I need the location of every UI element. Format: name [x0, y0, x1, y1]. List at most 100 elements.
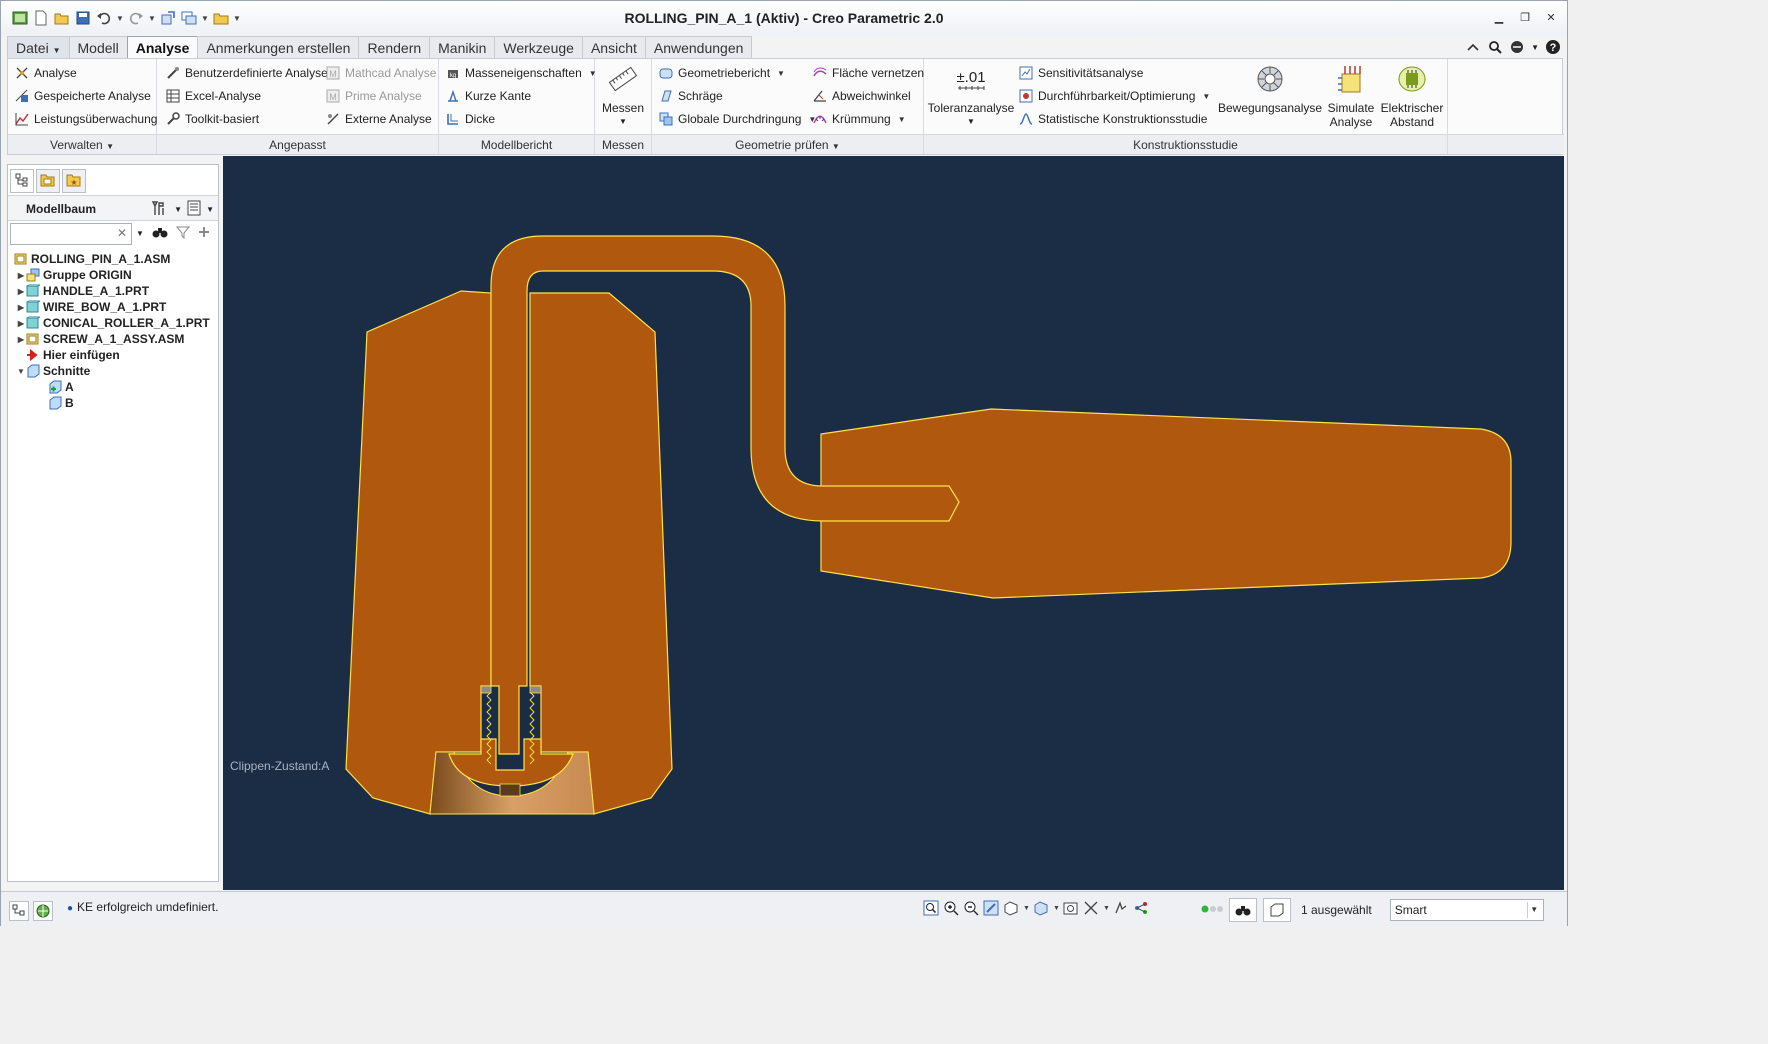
expand-arrow-icon[interactable]: ▶ — [16, 303, 26, 312]
tab-rendern[interactable]: Rendern — [358, 36, 431, 58]
help-icon[interactable]: ? — [1545, 39, 1561, 55]
tree-search-field[interactable]: ✕ — [10, 223, 132, 245]
external-analysis-button[interactable]: Externe Analyse — [325, 109, 432, 129]
group-label-geometrie-pruefen[interactable]: Geometrie prüfen ▼ — [652, 134, 923, 154]
mesh-surface-button[interactable]: Fläche vernetzen — [812, 63, 924, 83]
measure-button[interactable]: Messen ▼ — [599, 63, 647, 129]
spin-center-icon[interactable] — [1133, 900, 1149, 916]
close-icon[interactable]: ✕ — [1545, 11, 1557, 24]
roller-right-half[interactable] — [529, 292, 673, 815]
roller-left-half[interactable] — [345, 290, 492, 815]
short-edge-button[interactable]: Kurze Kante — [445, 86, 531, 106]
expand-arrow-icon[interactable]: ▶ — [16, 319, 26, 328]
chevron-down-icon[interactable]: ▼ — [619, 115, 627, 129]
tree-item-group-origin[interactable]: ▶ Gruppe ORIGIN — [8, 267, 218, 283]
show-navigator-icon[interactable] — [9, 901, 29, 921]
thickness-button[interactable]: Dicke — [445, 109, 495, 129]
global-interference-button[interactable]: Globale Durchdringung ▼ — [658, 109, 816, 129]
graphics-window[interactable]: Clippen-Zustand:A — [223, 156, 1564, 890]
custom-analysis-button[interactable]: Benutzerdefinierte Analyse — [165, 63, 328, 83]
draft-button[interactable]: Schräge — [658, 86, 723, 106]
minimize-ribbon-icon[interactable] — [1465, 39, 1481, 55]
sensitivity-analysis-button[interactable]: Sensitivitätsanalyse — [1018, 63, 1143, 83]
geometry-report-button[interactable]: Geometriebericht ▼ — [658, 63, 785, 83]
tree-item-conical-roller[interactable]: ▶ CONICAL_ROLLER_A_1.PRT — [8, 315, 218, 331]
tab-anwendungen[interactable]: Anwendungen — [644, 36, 753, 58]
maximize-icon[interactable]: ❐ — [1519, 11, 1531, 24]
model-tree-tab[interactable] — [10, 169, 34, 193]
folder-browser-tab[interactable] — [36, 169, 60, 193]
zoom-in-icon[interactable] — [943, 900, 959, 916]
prime-analysis-button[interactable]: M Prime Analyse — [325, 86, 422, 106]
tree-item-screw-assembly[interactable]: ▶ SCREW_A_1_ASSY.ASM — [8, 331, 218, 347]
tolerance-analysis-button[interactable]: ±.01 Toleranzanalyse ▼ — [928, 63, 1015, 129]
tree-item-section-a[interactable]: A — [8, 379, 218, 395]
motion-analysis-button[interactable]: Bewegungsanalyse — [1218, 63, 1322, 115]
tab-datei[interactable]: Datei ▼ — [7, 36, 70, 58]
excel-analysis-button[interactable]: Excel-Analyse — [165, 86, 261, 106]
tab-anmerkungen-erstellen[interactable]: Anmerkungen erstellen — [197, 36, 360, 58]
performance-monitor-button[interactable]: Leistungsüberwachung — [14, 109, 157, 129]
display-style-icon[interactable] — [1003, 900, 1019, 916]
search-icon[interactable] — [1487, 39, 1503, 55]
chevron-down-icon[interactable]: ▼ — [967, 115, 975, 129]
simulate-analysis-button[interactable]: Simulate Analyse — [1324, 63, 1378, 129]
expand-arrow-icon[interactable]: ▶ — [16, 335, 26, 344]
tab-modell[interactable]: Modell — [68, 36, 128, 58]
feasibility-optimization-button[interactable]: Durchführbarkeit/Optimierung ▼ — [1018, 86, 1210, 106]
minimize-icon[interactable]: ▁ — [1493, 11, 1505, 24]
curvature-button[interactable]: Krümmung ▼ — [812, 109, 906, 129]
tree-item-sections[interactable]: ▼ Schnitte — [8, 363, 218, 379]
analyse-button[interactable]: Analyse — [14, 63, 77, 83]
settings-icon[interactable] — [152, 200, 170, 219]
selection-filter-dropdown[interactable]: Smart ▼ — [1389, 899, 1544, 921]
zoom-out-icon[interactable] — [963, 900, 979, 916]
saved-orientations-icon[interactable] — [1033, 900, 1049, 916]
find-binoculars-icon[interactable] — [152, 225, 168, 242]
datum-display-dropdown-icon[interactable]: ▼ — [1103, 905, 1110, 912]
tree-item-root-assembly[interactable]: ROLLING_PIN_A_1.ASM — [8, 251, 218, 267]
tab-analyse[interactable]: Analyse — [126, 36, 199, 59]
mass-properties-button[interactable]: kg Masseneigenschaften ▼ — [445, 63, 597, 83]
mathcad-analysis-button[interactable]: M Mathcad Analyse — [325, 63, 436, 83]
tree-item-section-b[interactable]: B — [8, 395, 218, 411]
add-column-icon[interactable] — [198, 226, 210, 241]
tree-search-input[interactable] — [11, 224, 131, 244]
saved-analysis-button[interactable]: Gespeicherte Analyse — [14, 86, 151, 106]
toolkit-based-button[interactable]: Toolkit-basiert — [165, 109, 259, 129]
collapse-arrow-icon[interactable]: ▼ — [16, 367, 26, 376]
datum-display-icon[interactable] — [1083, 900, 1099, 916]
filter-icon[interactable] — [175, 225, 190, 242]
chevron-down-icon[interactable]: ▼ — [1202, 92, 1210, 101]
chevron-down-icon[interactable]: ▼ — [1526, 902, 1541, 918]
repaint-icon[interactable] — [983, 900, 999, 916]
model-cross-section[interactable] — [223, 156, 1564, 890]
tree-item-insert-here[interactable]: Hier einfügen — [8, 347, 218, 363]
tab-manikin[interactable]: Manikin — [429, 36, 496, 58]
display-style-dropdown-icon[interactable]: ▼ — [1023, 905, 1030, 912]
selection-buffer-icon[interactable] — [1263, 898, 1291, 922]
community-dropdown-icon[interactable]: ▼ — [1531, 43, 1539, 52]
settings-dropdown-icon[interactable]: ▼ — [174, 205, 182, 214]
saved-orientations-dropdown-icon[interactable]: ▼ — [1053, 905, 1060, 912]
tree-item-handle[interactable]: ▶ HANDLE_A_1.PRT — [8, 283, 218, 299]
electrical-clearance-button[interactable]: Elektrischer Abstand — [1380, 63, 1444, 129]
favorites-tab[interactable]: ★ — [62, 169, 86, 193]
tree-item-wire-bow[interactable]: ▶ WIRE_BOW_A_1.PRT — [8, 299, 218, 315]
chevron-down-icon[interactable]: ▼ — [898, 115, 906, 124]
view-manager-icon[interactable] — [1063, 900, 1079, 916]
deviation-angle-button[interactable]: Abweichwinkel — [812, 86, 911, 106]
clear-icon[interactable]: ✕ — [117, 226, 127, 240]
show-options-icon[interactable] — [186, 200, 202, 219]
statistical-design-study-button[interactable]: Statistische Konstruktionsstudie — [1018, 109, 1207, 129]
expand-arrow-icon[interactable]: ▶ — [16, 287, 26, 296]
search-dropdown-icon[interactable]: ▼ — [136, 229, 144, 238]
expand-arrow-icon[interactable]: ▶ — [16, 271, 26, 280]
find-icon[interactable] — [1229, 898, 1257, 922]
chevron-down-icon[interactable]: ▼ — [777, 69, 785, 78]
tab-werkzeuge[interactable]: Werkzeuge — [494, 36, 583, 58]
tab-ansicht[interactable]: Ansicht — [581, 36, 646, 58]
annotation-display-icon[interactable] — [1113, 900, 1129, 916]
community-icon[interactable] — [1509, 39, 1525, 55]
show-browser-icon[interactable] — [33, 901, 53, 921]
